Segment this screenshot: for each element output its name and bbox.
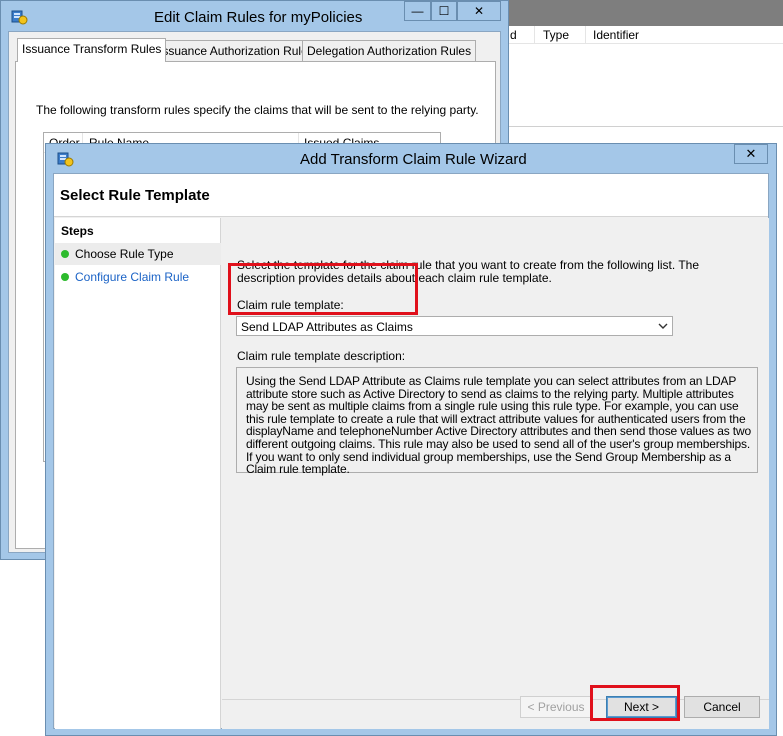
steps-pane: Steps Choose Rule Type Configure Claim R… bbox=[55, 218, 221, 729]
tab-delegation-authorization-rules[interactable]: Delegation Authorization Rules bbox=[302, 40, 477, 61]
main-pane: Select the template for the claim rule t… bbox=[222, 218, 769, 729]
cancel-button[interactable]: Cancel bbox=[684, 696, 760, 718]
step-label: Configure Claim Rule bbox=[75, 270, 190, 284]
next-button[interactable]: Next > bbox=[606, 696, 677, 718]
background-list-header: d Type Identifier bbox=[500, 26, 783, 44]
window-title: Add Transform Claim Rule Wizard bbox=[300, 151, 527, 168]
column-separator bbox=[534, 26, 535, 44]
adfs-app-icon bbox=[57, 152, 74, 167]
close-button[interactable]: ✕ bbox=[734, 144, 768, 164]
column-header-name[interactable]: d bbox=[510, 28, 517, 42]
tab-issuance-authorization-rules[interactable]: Issuance Authorization Rules bbox=[154, 40, 319, 61]
column-header-type[interactable]: Type bbox=[543, 28, 569, 42]
column-separator bbox=[585, 26, 586, 44]
minimize-button[interactable]: — bbox=[404, 1, 431, 21]
claim-rule-template-dropdown[interactable]: Send LDAP Attributes as Claims bbox=[236, 316, 673, 336]
step-status-dot-icon bbox=[61, 250, 69, 258]
wizard-client: Select Rule Template Steps Choose Rule T… bbox=[53, 173, 769, 729]
close-button[interactable]: ✕ bbox=[457, 1, 501, 21]
page-title: Select Rule Template bbox=[60, 187, 210, 204]
title-bar[interactable]: Add Transform Claim Rule Wizard ✕ bbox=[46, 144, 776, 173]
column-header-identifier[interactable]: Identifier bbox=[593, 28, 639, 42]
template-description-text: Using the Send LDAP Attribute as Claims … bbox=[246, 374, 752, 477]
step-status-dot-icon bbox=[61, 273, 69, 281]
tab-issuance-transform-rules[interactable]: Issuance Transform Rules bbox=[17, 38, 167, 62]
window-title: Edit Claim Rules for myPolicies bbox=[154, 9, 363, 26]
background-titlebar bbox=[508, 0, 783, 26]
add-transform-claim-rule-wizard: Add Transform Claim Rule Wizard ✕ Select… bbox=[45, 143, 777, 736]
steps-title: Steps bbox=[61, 224, 94, 238]
maximize-button[interactable]: ☐ bbox=[431, 1, 457, 21]
chevron-down-icon bbox=[658, 323, 668, 329]
instructions-text: Select the template for the claim rule t… bbox=[237, 258, 700, 285]
wizard-header: Select Rule Template bbox=[54, 174, 768, 217]
step-configure-claim-rule[interactable]: Configure Claim Rule bbox=[55, 266, 221, 288]
dropdown-selected-value: Send LDAP Attributes as Claims bbox=[241, 320, 413, 334]
template-description-label: Claim rule template description: bbox=[237, 349, 406, 363]
template-description-box: Using the Send LDAP Attribute as Claims … bbox=[236, 367, 758, 477]
rules-description: The following transform rules specify th… bbox=[36, 103, 479, 117]
title-bar[interactable]: Edit Claim Rules for myPolicies — ☐ ✕ bbox=[1, 1, 508, 31]
claim-rule-template-label: Claim rule template: bbox=[237, 298, 344, 312]
step-label: Choose Rule Type bbox=[75, 247, 174, 261]
previous-button[interactable]: < Previous bbox=[520, 696, 592, 718]
adfs-app-icon bbox=[11, 10, 28, 25]
step-choose-rule-type[interactable]: Choose Rule Type bbox=[55, 243, 221, 265]
divider bbox=[500, 126, 783, 127]
